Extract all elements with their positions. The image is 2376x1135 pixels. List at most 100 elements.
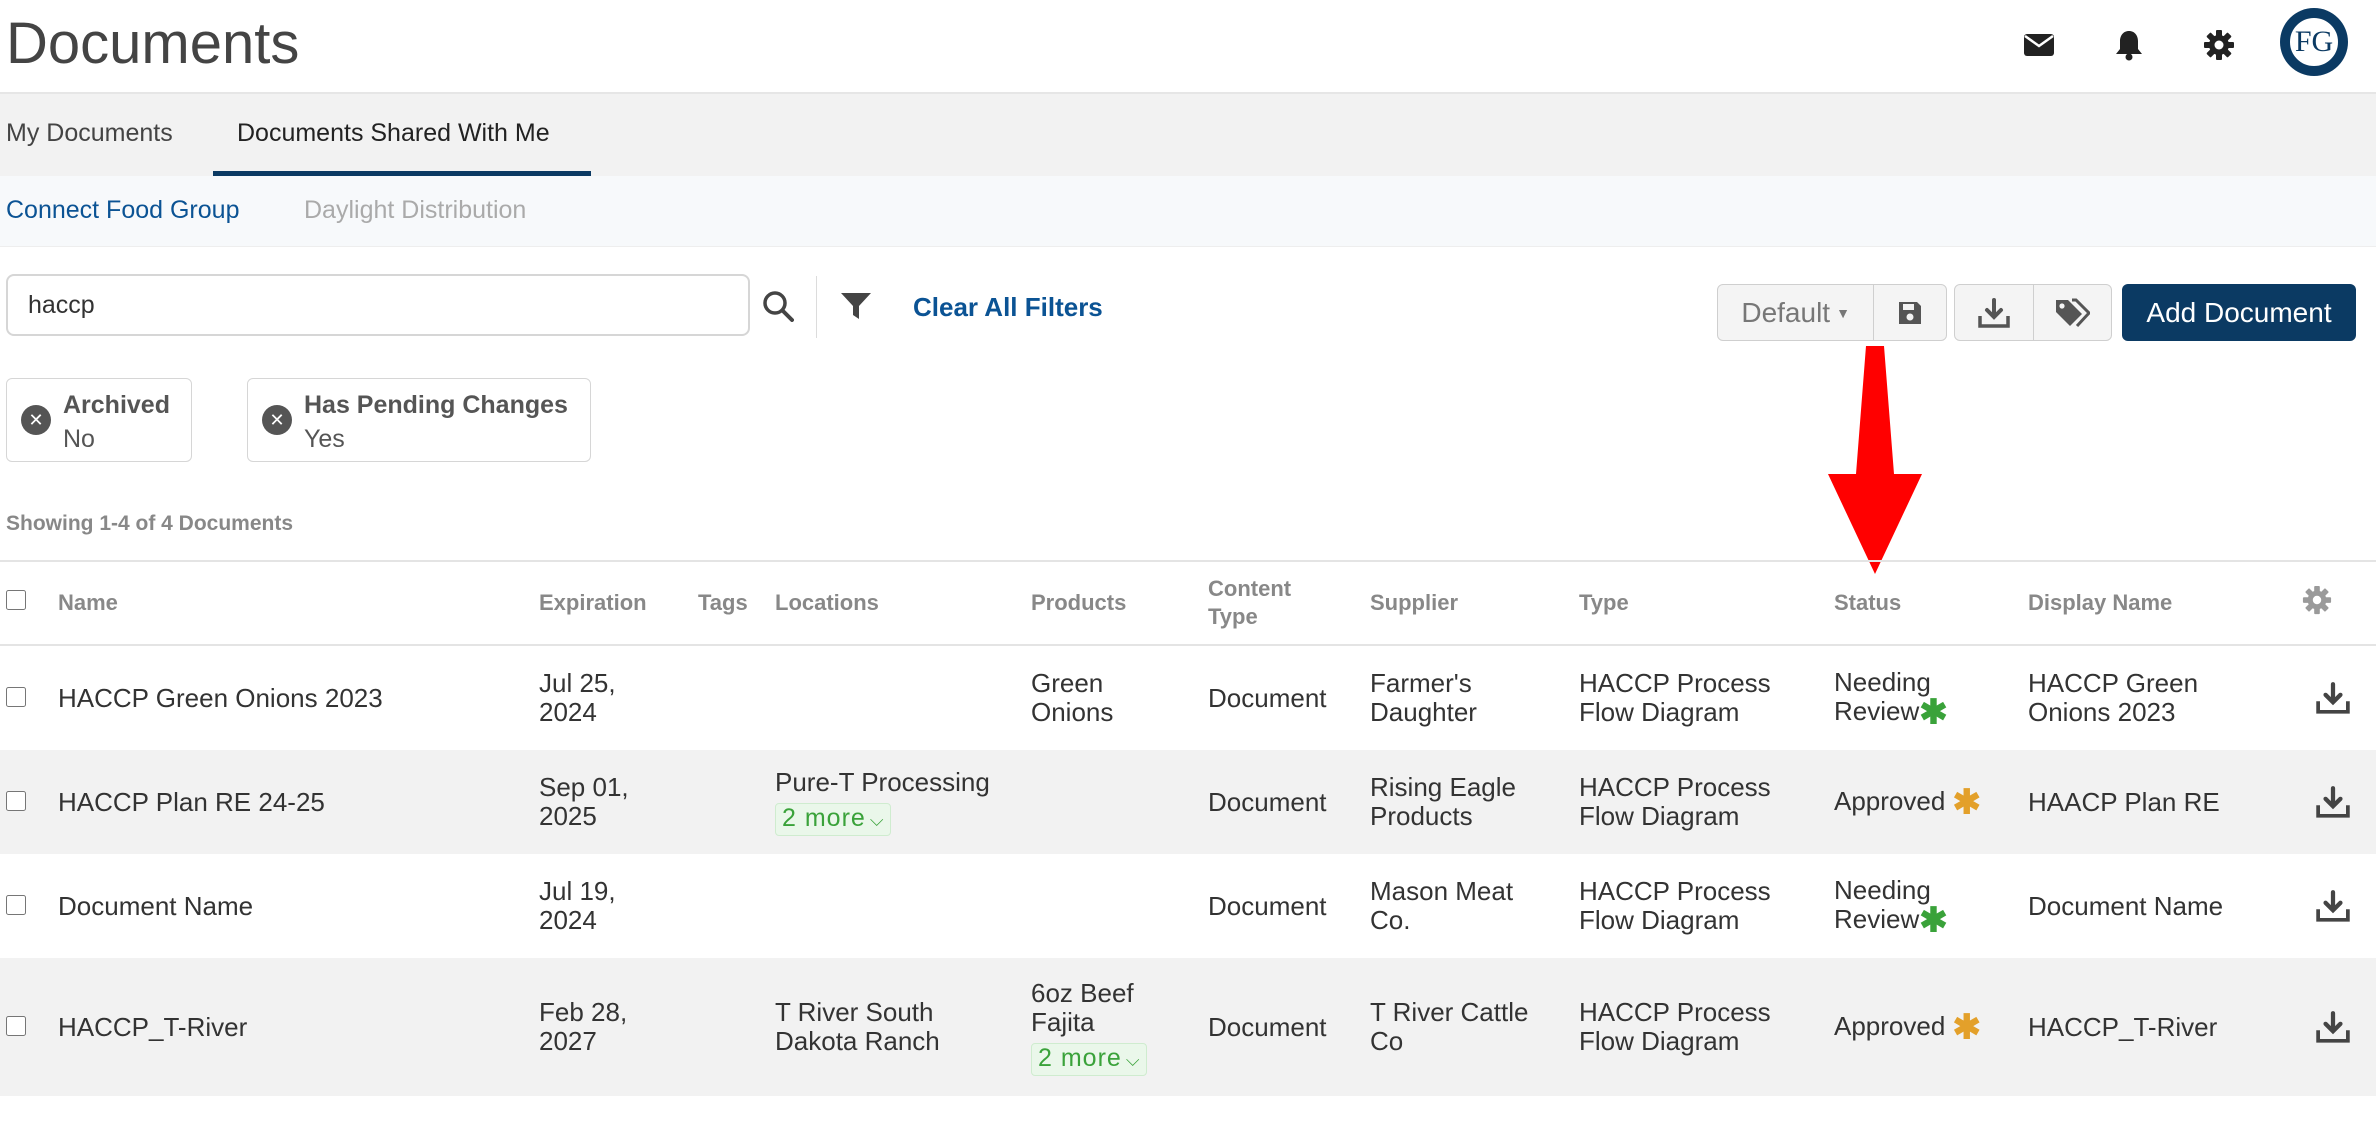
document-name[interactable]: HACCP Plan RE 24-25 bbox=[58, 750, 539, 854]
app-header: Documents FG bbox=[0, 0, 2376, 94]
select-all-cell bbox=[0, 560, 58, 646]
table-row[interactable]: Document Name Jul 19, 2024 Document Mason… bbox=[0, 854, 2376, 958]
product-line2: Onions bbox=[1031, 697, 1114, 727]
row-download-icon[interactable] bbox=[2290, 786, 2376, 818]
type-line1: HACCP Process bbox=[1579, 772, 1771, 802]
gear-icon[interactable] bbox=[2198, 24, 2240, 66]
status-cell: Approved ✱ bbox=[1834, 750, 2028, 854]
content-type-cell: Document bbox=[1208, 750, 1370, 854]
subtab-connect-food-group[interactable]: Connect Food Group bbox=[6, 196, 239, 225]
product-line2: Fajita bbox=[1031, 1006, 1095, 1037]
search-icon[interactable] bbox=[760, 288, 796, 324]
display-name-cell: Document Name bbox=[2028, 890, 2224, 921]
column-header-products[interactable]: Products bbox=[1031, 560, 1208, 646]
type-line2: Flow Diagram bbox=[1579, 697, 1740, 727]
status-cell: Needing Review✱ bbox=[1834, 854, 2028, 958]
type-line1: HACCP Process bbox=[1579, 997, 1771, 1027]
row-checkbox[interactable] bbox=[6, 790, 26, 811]
supplier-line2: Co bbox=[1370, 1026, 1404, 1056]
type-cell: HACCP Process Flow Diagram bbox=[1579, 750, 1834, 854]
tags-cell bbox=[698, 854, 775, 958]
column-header-content-type[interactable]: Content Type bbox=[1208, 560, 1370, 646]
search-input[interactable] bbox=[6, 274, 750, 336]
row-checkbox[interactable] bbox=[6, 894, 26, 915]
type-line2: Flow Diagram bbox=[1579, 1026, 1740, 1056]
tags-cell bbox=[698, 645, 775, 750]
location-line2: Dakota Ranch bbox=[775, 1026, 940, 1056]
document-name[interactable]: HACCP Green Onions 2023 bbox=[58, 645, 539, 750]
supplier-cell: T River Cattle Co bbox=[1370, 958, 1579, 1096]
column-header-tags[interactable]: Tags bbox=[698, 560, 775, 646]
table-row[interactable]: HACCP Plan RE 24-25 Sep 01, 2025 Pure-T P… bbox=[0, 750, 2376, 854]
download-button[interactable] bbox=[1955, 285, 2034, 340]
clear-all-filters-link[interactable]: Clear All Filters bbox=[913, 292, 1103, 323]
column-header-type[interactable]: Type bbox=[1579, 560, 1834, 646]
documents-table: Name Expiration Tags Locations Products … bbox=[0, 560, 2376, 1096]
tab-documents-shared-with-me[interactable]: Documents Shared With Me bbox=[213, 94, 591, 176]
column-header-supplier[interactable]: Supplier bbox=[1370, 560, 1579, 646]
locations-more-badge[interactable]: 2 more ⌵ bbox=[775, 803, 892, 836]
status-line2: Review bbox=[1834, 696, 1920, 727]
approved-star-icon: ✱ bbox=[1952, 1008, 1982, 1047]
mail-icon[interactable] bbox=[2018, 24, 2060, 66]
document-name[interactable]: Document Name bbox=[58, 854, 539, 958]
document-name[interactable]: HACCP_T-River bbox=[58, 958, 539, 1096]
tab-my-documents[interactable]: My Documents bbox=[0, 94, 179, 176]
display-name-cell: HAACP Plan RE bbox=[2028, 750, 2290, 854]
select-all-checkbox[interactable] bbox=[6, 590, 26, 610]
expiration-cell: Jul 25, 2024 bbox=[539, 645, 698, 750]
type-line1: HACCP Process bbox=[1579, 668, 1771, 698]
expiration-cell: Feb 28, 2027 bbox=[539, 958, 698, 1096]
row-download-icon[interactable] bbox=[2290, 1011, 2376, 1043]
location-line1: Pure-T Processing bbox=[775, 767, 990, 797]
save-view-button[interactable] bbox=[1874, 285, 1946, 340]
status-line1: Approved bbox=[1834, 785, 1946, 816]
download-cell bbox=[2290, 750, 2376, 854]
row-checkbox[interactable] bbox=[6, 686, 26, 707]
remove-filter-icon[interactable]: ✕ bbox=[262, 405, 292, 435]
supplier-line2: Daughter bbox=[1370, 697, 1477, 727]
row-select-cell bbox=[0, 750, 58, 854]
needing-review-star-icon: ✱ bbox=[1919, 693, 1948, 732]
supplier-cell: Farmer's Daughter bbox=[1370, 645, 1579, 750]
table-row[interactable]: HACCP Green Onions 2023 Jul 25, 2024 Gree… bbox=[0, 645, 2376, 750]
display-name-cell: HACCP_T-River bbox=[2028, 958, 2290, 1096]
content-type-cell: Document bbox=[1208, 682, 1327, 713]
status-cell: Needing Review✱ bbox=[1834, 645, 2028, 750]
row-select-cell bbox=[0, 854, 58, 958]
avatar[interactable]: FG bbox=[2280, 8, 2348, 76]
bell-icon[interactable] bbox=[2108, 24, 2150, 66]
chip-label: Archived bbox=[63, 391, 170, 419]
status-line1: Needing bbox=[1834, 667, 1931, 698]
column-header-name[interactable]: Name bbox=[58, 560, 539, 646]
divider bbox=[816, 276, 817, 338]
filter-chip-archived: ✕ Archived No bbox=[6, 378, 192, 462]
row-download-icon[interactable] bbox=[2290, 890, 2376, 922]
page-title: Documents bbox=[6, 11, 300, 76]
view-select[interactable]: Default ▼ bbox=[1718, 285, 1875, 340]
annotation-arrow bbox=[1818, 346, 1932, 576]
supplier-line2: Co. bbox=[1370, 905, 1411, 935]
column-settings-gear-icon[interactable] bbox=[2302, 585, 2332, 615]
remove-filter-icon[interactable]: ✕ bbox=[21, 405, 51, 435]
filter-icon[interactable] bbox=[838, 288, 874, 324]
column-header-locations[interactable]: Locations bbox=[775, 560, 1031, 646]
add-document-button[interactable]: Add Document bbox=[2122, 284, 2356, 341]
chevron-down-icon: ⌵ bbox=[1125, 1049, 1141, 1070]
row-download-icon[interactable] bbox=[2290, 682, 2376, 714]
table-row[interactable]: HACCP_T-River Feb 28, 2027 T River South D… bbox=[0, 958, 2376, 1096]
expiration-cell: Sep 01, 2025 bbox=[539, 750, 698, 854]
column-header-status[interactable]: Status bbox=[1834, 560, 2028, 646]
tags-cell bbox=[698, 958, 775, 1096]
tags-button[interactable] bbox=[2034, 285, 2112, 340]
column-header-expiration[interactable]: Expiration bbox=[539, 560, 698, 646]
row-checkbox[interactable] bbox=[6, 1015, 26, 1036]
column-header-display-name[interactable]: Display Name bbox=[2028, 560, 2290, 646]
products-more-badge[interactable]: 2 more ⌵ bbox=[1031, 1042, 1148, 1076]
locations-cell bbox=[775, 645, 1031, 750]
chip-value: Yes bbox=[304, 425, 345, 453]
subtab-daylight-distribution[interactable]: Daylight Distribution bbox=[304, 196, 526, 225]
status-line1: Needing bbox=[1834, 875, 1931, 906]
view-button-group: Default ▼ bbox=[1717, 284, 1947, 341]
filter-chip-has-pending-changes: ✕ Has Pending Changes Yes bbox=[247, 378, 591, 462]
